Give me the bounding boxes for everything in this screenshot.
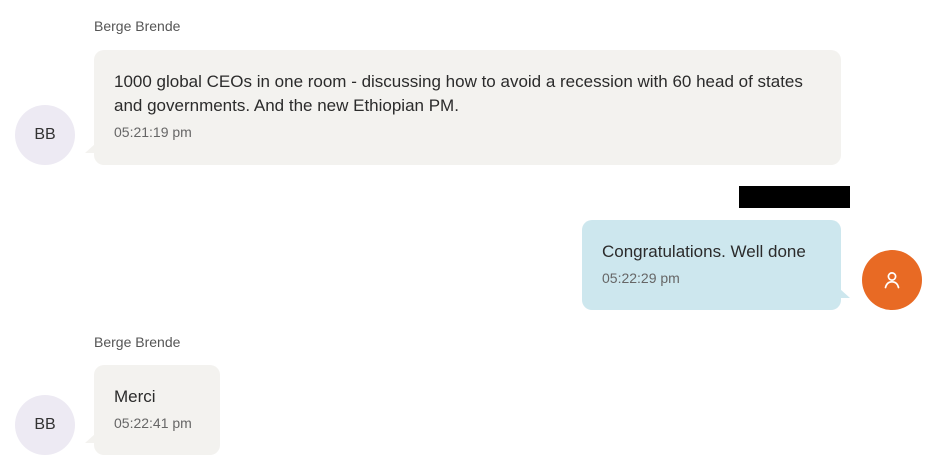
sender-name: Berge Brende	[94, 18, 181, 34]
message-text: Merci	[114, 387, 156, 406]
message-timestamp: 05:22:41 pm	[114, 415, 192, 431]
avatar[interactable]: BB	[15, 395, 75, 455]
bubble-tail	[85, 434, 95, 443]
message-bubble: 1000 global CEOs in one room - discussin…	[85, 50, 841, 165]
bubble-tail	[840, 289, 850, 298]
avatar[interactable]	[862, 250, 922, 310]
message-timestamp: 05:21:19 pm	[114, 124, 192, 140]
user-icon	[882, 270, 902, 290]
bubble-tail	[85, 144, 95, 153]
message-timestamp: 05:22:29 pm	[602, 270, 680, 286]
message-bubble: Congratulations. Well done 05:22:29 pm	[582, 220, 850, 310]
message-text: Congratulations. Well done	[602, 242, 806, 261]
message-bubble: Merci 05:22:41 pm	[85, 365, 220, 455]
message-text: 1000 global CEOs in one room - discussin…	[114, 72, 803, 115]
redacted-sender-name	[739, 186, 850, 208]
avatar[interactable]: BB	[15, 105, 75, 165]
sender-name: Berge Brende	[94, 334, 181, 350]
